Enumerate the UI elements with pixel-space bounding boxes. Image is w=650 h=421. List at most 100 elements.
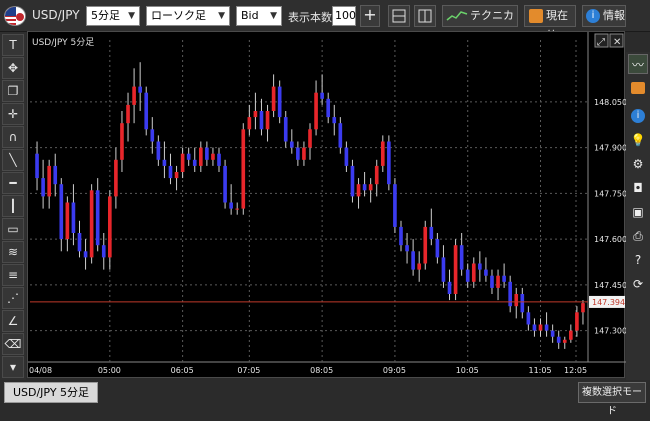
chat-icon [529,9,543,23]
candle-body [271,86,276,111]
chart-style-value: ローソク足 [151,9,206,22]
candle-body [192,159,197,166]
candle-body [441,257,446,282]
candle-body [459,245,464,270]
save-disk-icon[interactable]: ▣ [628,202,648,222]
candle-body [338,123,343,148]
technical-chart-icon [446,11,468,21]
candle-body [47,165,51,197]
layout-single-button[interactable] [388,5,410,27]
candle-body [101,245,106,258]
candle-body [411,251,415,270]
candle-body [526,312,531,325]
y-tick-label: 147.750 [594,189,626,198]
x-tick-label: 08:05 [310,366,333,375]
fib-fan-tool-icon[interactable]: ⋰ [2,287,24,309]
candle-body [308,129,312,148]
candles [35,62,585,349]
bars-count-input[interactable]: 100 [332,6,356,26]
magnet-tool-icon[interactable]: ∩ [2,126,24,148]
multi-select-mode-button[interactable]: 複数選択モード [578,382,646,417]
candle-body [229,202,233,209]
copy-tool-icon[interactable]: ❐ [2,80,24,102]
technical-button[interactable]: テクニカル [442,5,518,42]
candle-body [289,141,294,148]
comment-icon[interactable] [628,80,648,100]
channel-tool-icon[interactable]: ≋ [2,241,24,263]
camera-icon[interactable]: ◘ [628,178,648,198]
side-toolbar: 〰 i 💡 ⚙ ◘ ▣ ⎙ ? ⟳ [626,52,650,382]
fibonacci-tool-icon[interactable]: ≡ [2,264,24,286]
y-tick-label: 147.450 [594,281,626,290]
candle-body [320,92,324,99]
timeframe-select[interactable]: 5分足 ▼ [86,6,140,26]
info-button[interactable]: i 情報 [582,5,626,27]
trend-chart-icon[interactable]: 〰 [628,54,648,74]
x-tick-label: 12:05 [564,366,587,375]
info-side-icon[interactable]: i [628,104,648,124]
y-tick-label: 147.300 [594,327,626,336]
current-price-label: 147.394 [592,298,625,307]
more-tools-icon[interactable]: ▾ [2,356,24,378]
candle-body [471,263,476,282]
candle-body [144,92,149,130]
candle-body [83,251,88,258]
x-tick-label: 04/08 [29,366,52,375]
eraser-tool-icon[interactable]: ⌫ [2,333,24,355]
move-tool-icon[interactable]: ✥ [2,57,24,79]
candle-body [490,275,494,288]
chart-tab[interactable]: USD/JPY 5分足 [4,382,98,403]
help-icon[interactable]: ? [628,250,648,270]
currency-flag-icon [4,6,26,26]
top-toolbar: USD/JPY 5分足 ▼ ローソク足 ▼ Bid ▼ 表示本数 100 + テ… [0,0,650,42]
candle-body [186,153,191,160]
candle-body [59,184,64,240]
text-tool-icon[interactable]: T [2,34,24,56]
candle-body [350,165,355,197]
candle-body [356,184,361,197]
candle-body [393,184,397,227]
current-price-button[interactable]: 現在値 [524,5,576,42]
horizontal-line-tool-icon[interactable]: ━ [2,172,24,194]
lightbulb-icon[interactable]: 💡 [628,130,648,150]
candle-body [453,245,458,294]
vertical-line-tool-icon[interactable]: ┃ [2,195,24,217]
candle-body [380,141,385,166]
drawing-toolbar: T ✥ ❐ ✛ ∩ ╲ ━ ┃ ▭ ≋ ≡ ⋰ ∠ ⌫ ▾ [0,32,26,380]
svg-text:✕: ✕ [613,37,621,48]
price-type-value: Bid [241,9,259,22]
candle-body [550,330,555,337]
candlestick-chart[interactable]: USD/JPY 5分足 ⤢ ✕ 148.050 147.900 147.750 147… [28,32,627,379]
rectangle-tool-icon[interactable]: ▭ [2,218,24,240]
candle-body [65,202,70,240]
candle-body [108,196,112,258]
candle-body [211,153,215,160]
candle-body [302,147,306,160]
candle-body [217,153,221,166]
info-label: 情報 [603,9,625,22]
chart-style-select[interactable]: ローソク足 ▼ [146,6,230,26]
add-button[interactable]: + [360,5,380,27]
candle-body [344,147,349,166]
candle-body [180,153,185,172]
crosshair-tool-icon[interactable]: ✛ [2,103,24,125]
layout-columns-icon [418,9,432,23]
print-icon[interactable]: ⎙ [628,226,648,246]
candle-body [253,111,258,118]
candle-body [502,275,506,282]
gann-tool-icon[interactable]: ∠ [2,310,24,332]
candle-body [156,141,161,160]
chevron-down-icon: ▼ [128,11,135,21]
chevron-down-icon: ▼ [270,11,277,21]
candle-body [447,281,452,294]
settings-gear-icon[interactable]: ⚙ [628,154,648,174]
candle-body [405,245,409,252]
candle-body [35,153,39,179]
price-type-select[interactable]: Bid ▼ [236,6,282,26]
candle-body [205,147,209,160]
trendline-tool-icon[interactable]: ╲ [2,149,24,171]
candle-body [562,339,567,343]
refresh-icon[interactable]: ⟳ [628,274,648,294]
timeframe-value: 5分足 [91,9,120,22]
layout-split-button[interactable] [414,5,436,27]
